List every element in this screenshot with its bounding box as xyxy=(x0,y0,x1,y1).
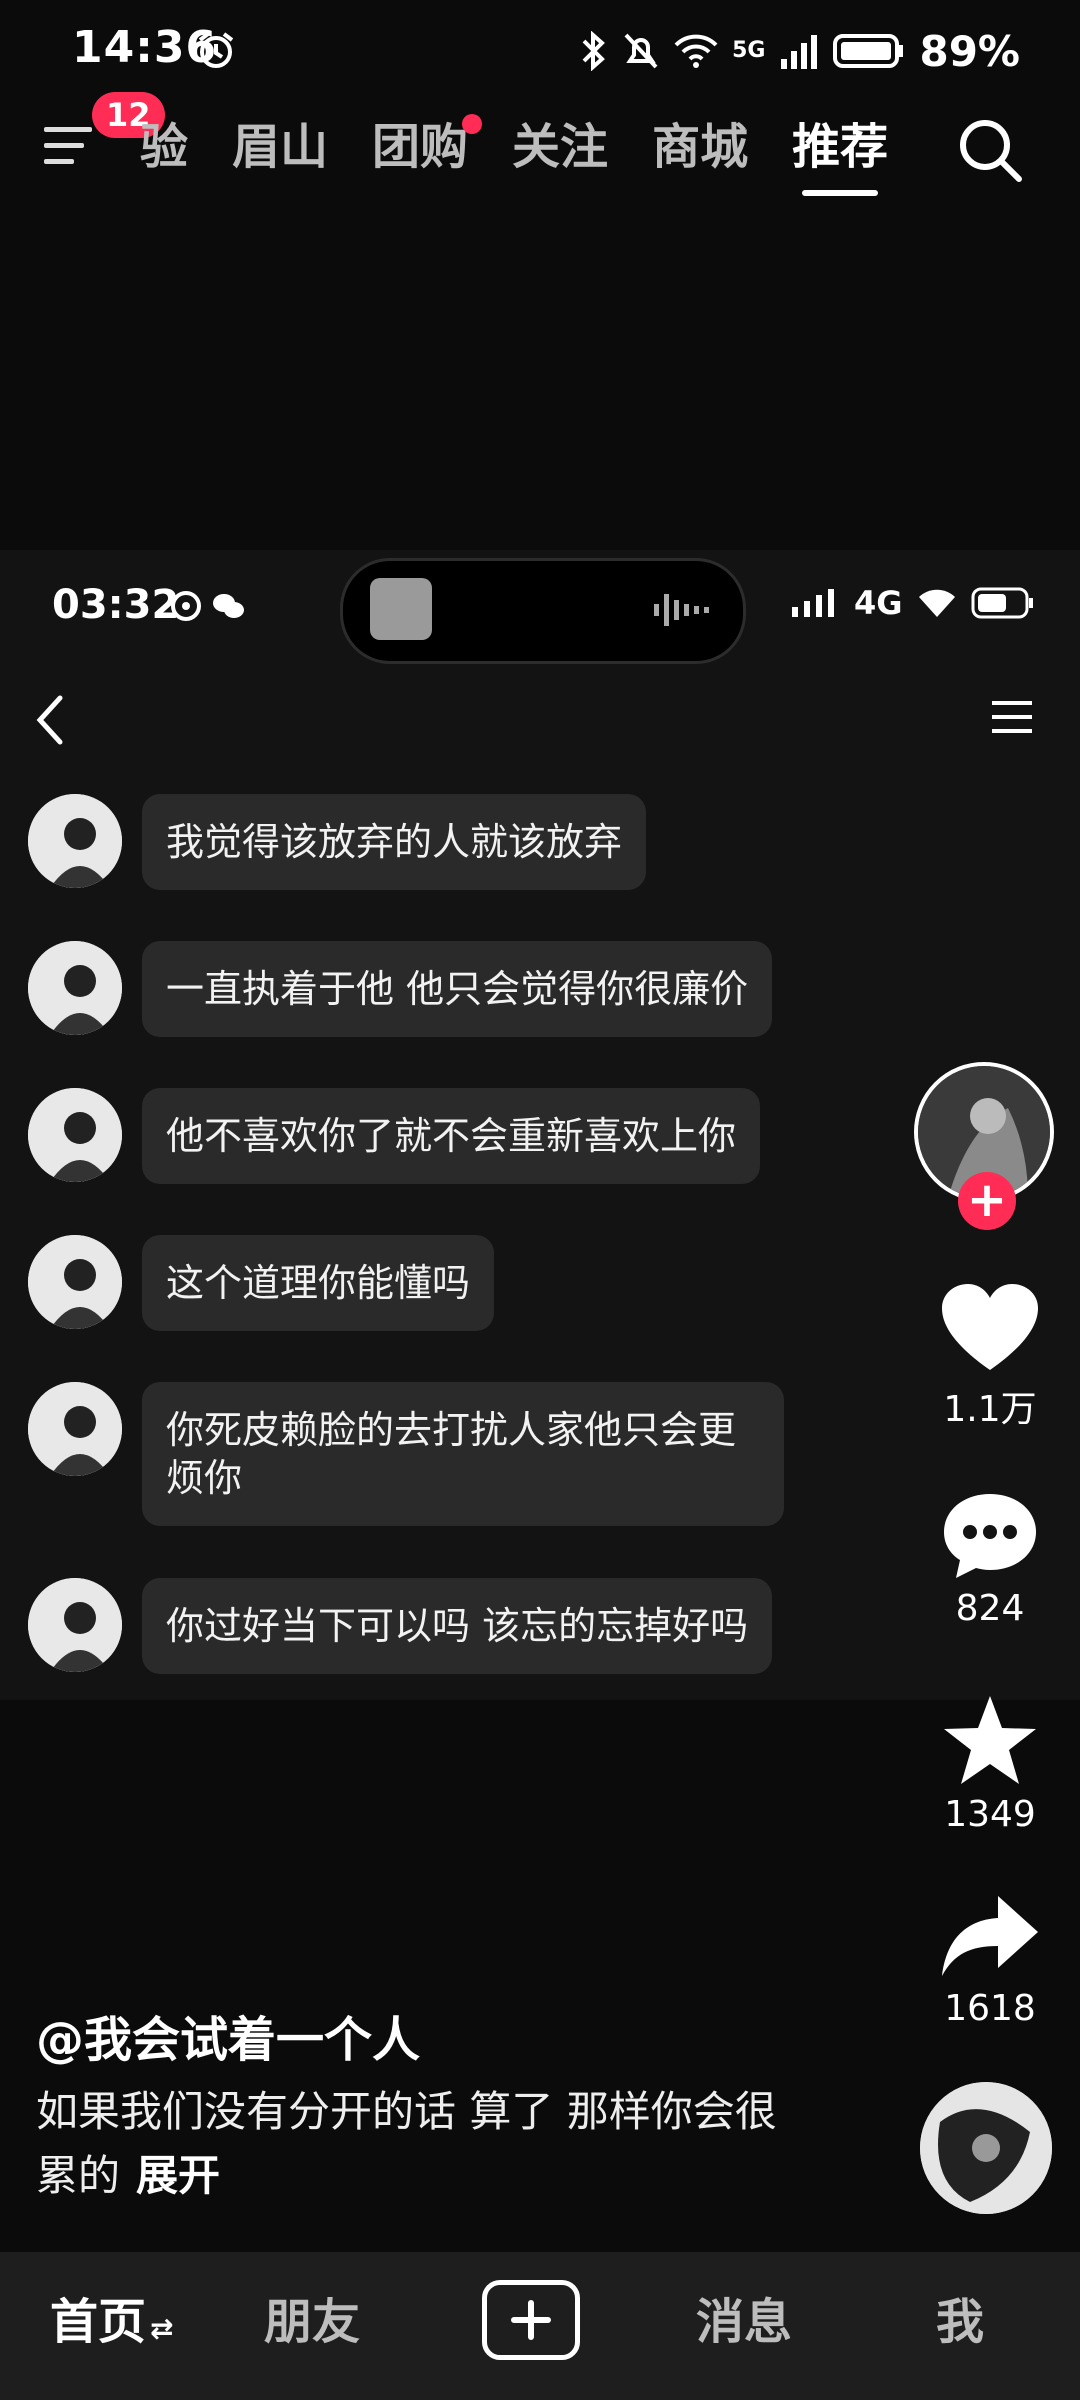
tab-following[interactable]: 关注 xyxy=(512,112,608,182)
menu-icon[interactable] xyxy=(40,115,100,175)
avatar xyxy=(28,941,122,1035)
comment-button[interactable]: 824 xyxy=(910,1490,1070,1629)
favorite-button[interactable]: 1349 xyxy=(910,1692,1070,1835)
wifi-icon xyxy=(674,34,718,68)
like-button[interactable]: 1.1万 xyxy=(910,1282,1070,1432)
message-bubble: 我觉得该放弃的人就该放弃 xyxy=(142,794,647,890)
avatar xyxy=(28,1382,122,1476)
message-bubble: 你过好当下可以吗 该忘的忘掉好吗 xyxy=(142,1578,773,1674)
alarm-icon xyxy=(198,32,234,68)
nav-friends[interactable]: 朋友 xyxy=(264,2282,360,2362)
message-bubble: 你死皮赖脸的去打扰人家他只会更烦你 xyxy=(142,1382,784,1526)
message-bubble: 他不喜欢你了就不会重新喜欢上你 xyxy=(142,1088,761,1184)
inner-network: 4G xyxy=(854,584,903,622)
hamburger-icon[interactable] xyxy=(990,697,1034,737)
battery-icon xyxy=(833,34,904,68)
chat-message: 我觉得该放弃的人就该放弃 xyxy=(28,794,647,890)
comment-count: 824 xyxy=(955,1588,1025,1629)
wifi-icon xyxy=(918,589,955,617)
comment-icon xyxy=(944,1494,1036,1578)
chat-message: 一直执着于他 他只会觉得你很廉价 xyxy=(28,941,773,1037)
message-bubble: 一直执着于他 他只会觉得你很廉价 xyxy=(142,941,773,1037)
tab-meishan[interactable]: 眉山 xyxy=(232,112,328,182)
music-disc[interactable] xyxy=(920,2082,1052,2214)
video-description: 如果我们没有分开的话 算了 那样你会很累的 展开 xyxy=(36,2080,796,2208)
share-icon xyxy=(942,1896,1038,1976)
chat-message: 这个道理你能懂吗 xyxy=(28,1235,495,1331)
network-type: 5G xyxy=(732,38,766,63)
avatar xyxy=(28,1088,122,1182)
nav-me[interactable]: 我 xyxy=(936,2282,984,2362)
share-count: 1618 xyxy=(944,1988,1036,2029)
favorite-count: 1349 xyxy=(944,1794,1036,1835)
plus-icon xyxy=(511,2300,551,2340)
back-icon[interactable] xyxy=(30,690,70,750)
avatar xyxy=(28,1578,122,1672)
wechat-icon xyxy=(213,594,244,618)
switch-icon: ⇄ xyxy=(150,2312,174,2345)
top-tabs: 验 眉山 团购 关注 商城 推荐 xyxy=(140,112,888,196)
red-dot-icon xyxy=(462,114,483,134)
tab-mall[interactable]: 商城 xyxy=(652,112,748,182)
battery-percent: 89% xyxy=(919,26,1020,76)
nav-messages[interactable]: 消息 xyxy=(696,2282,792,2362)
author-name[interactable]: @我会试着一个人 xyxy=(36,2000,420,2070)
message-bubble: 这个道理你能懂吗 xyxy=(142,1235,495,1331)
island-thumbnail xyxy=(370,578,432,640)
bluetooth-icon xyxy=(582,31,606,71)
chat-message: 你死皮赖脸的去打扰人家他只会更烦你 xyxy=(28,1382,784,1526)
audio-wave-icon xyxy=(654,594,709,626)
status-right: 5G 89% xyxy=(578,26,1020,76)
create-button[interactable] xyxy=(482,2280,580,2360)
chat-message: 你过好当下可以吗 该忘的忘掉好吗 xyxy=(28,1578,773,1674)
tab-partial[interactable]: 验 xyxy=(140,112,188,182)
heart-icon xyxy=(942,1284,1038,1370)
share-button[interactable]: 1618 xyxy=(910,1892,1070,2029)
expand-link[interactable]: 展开 xyxy=(136,2151,220,2200)
avatar xyxy=(28,1235,122,1329)
inner-status-right: 4G xyxy=(790,584,1035,622)
app-icon xyxy=(171,591,201,621)
chat-message: 他不喜欢你了就不会重新喜欢上你 xyxy=(28,1088,761,1184)
signal-dots-icon xyxy=(792,589,834,617)
inner-status-time: 03:32 xyxy=(52,582,180,628)
search-icon[interactable] xyxy=(955,115,1025,185)
follow-button[interactable]: + xyxy=(958,1172,1016,1230)
signal-icon xyxy=(781,35,818,69)
mute-icon xyxy=(624,33,658,69)
battery-icon xyxy=(971,587,1033,619)
tab-group-buy[interactable]: 团购 xyxy=(372,112,483,182)
nav-home[interactable]: 首页 ⇄ xyxy=(50,2282,173,2369)
avatar xyxy=(28,794,122,888)
tab-recommend[interactable]: 推荐 xyxy=(792,112,888,196)
star-icon xyxy=(944,1696,1036,1784)
inner-status-icons xyxy=(168,588,246,624)
like-count: 1.1万 xyxy=(943,1389,1037,1430)
